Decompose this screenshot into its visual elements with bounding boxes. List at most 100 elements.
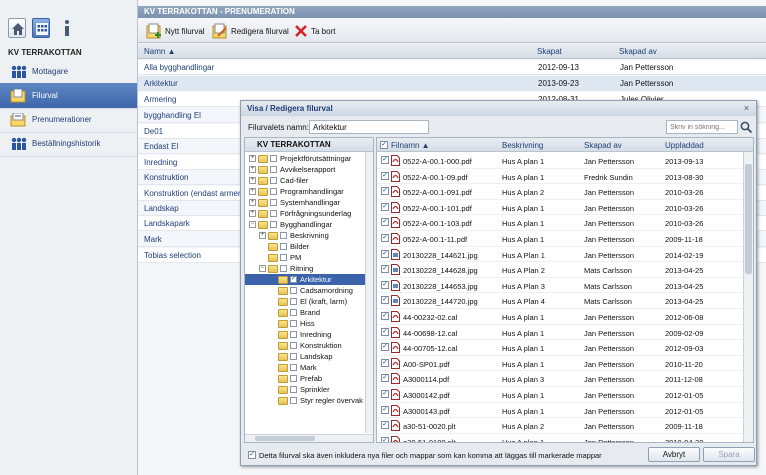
tree-node[interactable]: + Avvikelserapport	[249, 164, 335, 175]
folder-grid-icon[interactable]	[32, 18, 50, 38]
tree-node[interactable]: Cadsamordning	[278, 285, 353, 296]
tree-checkbox[interactable]	[290, 364, 297, 371]
file-row[interactable]: ✓ A3000114.pdf Hus A plan 3 Jan Pettersson 2…	[377, 371, 743, 387]
tree-node[interactable]: Hiss	[278, 318, 315, 329]
file-row[interactable]: ✓ 44-00705-12.cal Hus A plan 1 Jan Petterss…	[377, 340, 743, 356]
file-checkbox[interactable]: ✓	[381, 374, 389, 383]
tree-checkbox[interactable]	[290, 298, 297, 305]
file-row[interactable]: ✓ 0522-A-00.1-103.pdf Hus A plan 1 Jan Pett…	[377, 215, 743, 231]
tree-node[interactable]: + Systemhandlingar	[249, 197, 340, 208]
tree-checkbox[interactable]	[290, 353, 297, 360]
file-checkbox[interactable]: ✓	[381, 171, 389, 180]
file-row[interactable]: ✓ 20130228_144628.jpg Hus A Plan 2 Mats Car…	[377, 262, 743, 278]
file-row[interactable]: ✓ 0522-A-00.1-101.pdf Hus A plan 1 Jan Pett…	[377, 200, 743, 216]
tree-horizontal-scrollbar[interactable]	[245, 434, 373, 442]
file-row[interactable]: ✓ A00-SP01.pdf Hus A plan 1 Jan Pettersson 2…	[377, 356, 743, 372]
tree-checkbox[interactable]	[270, 221, 277, 228]
column-header-description[interactable]: Beskrivning	[502, 141, 543, 150]
edit-filter-button[interactable]: Redigera filurval	[212, 22, 289, 40]
tree-node[interactable]: + Förfrågningsunderlag	[249, 208, 351, 219]
tree-checkbox[interactable]	[290, 342, 297, 349]
tree-node[interactable]: Landskap	[278, 351, 333, 362]
file-row[interactable]: ✓ a30-51-0020.plt Hus A plan 2 Jan Petterss…	[377, 418, 743, 434]
table-row[interactable]: Arkitektur 2013-09-23 Jan Pettersson	[138, 76, 766, 91]
tree-node[interactable]: + Projektförutsättningar	[249, 153, 351, 164]
filter-name-input[interactable]	[309, 120, 429, 134]
tree-node[interactable]: Konstruktion	[278, 340, 342, 351]
file-row[interactable]: ✓ 0522-A-00.1-11.pdf Hus A plan 1 Jan Pette…	[377, 231, 743, 247]
file-row[interactable]: ✓ 44-00698-12.cal Hus A plan 1 Jan Petterss…	[377, 325, 743, 341]
tree-checkbox[interactable]	[280, 243, 287, 250]
expand-icon[interactable]: +	[249, 188, 256, 195]
file-checkbox[interactable]: ✓	[381, 421, 389, 430]
file-row[interactable]: ✓ a30-51-0100.plt Hus A plan 1 Jan Petterss…	[377, 434, 743, 442]
file-checkbox[interactable]: ✓	[381, 312, 389, 320]
column-header-created[interactable]: Skapat	[537, 47, 562, 56]
expand-icon[interactable]: +	[249, 177, 256, 184]
tree-scroll-thumb[interactable]	[255, 436, 315, 441]
tree-checkbox[interactable]	[280, 232, 287, 239]
tree-node[interactable]: Mark	[278, 362, 317, 373]
expand-icon[interactable]: +	[259, 232, 266, 239]
tree-checkbox[interactable]	[290, 320, 297, 327]
home-icon[interactable]	[8, 18, 26, 38]
table-row[interactable]: Alla bygghandlingar 2012-09-13 Jan Petters…	[138, 60, 766, 75]
tree-checkbox[interactable]	[290, 331, 297, 338]
tree-checkbox[interactable]	[290, 287, 297, 294]
file-checkbox[interactable]: ✓	[381, 202, 389, 211]
tree-node[interactable]: − Ritning	[259, 263, 313, 274]
expand-icon[interactable]: +	[249, 166, 256, 173]
file-row[interactable]: ✓ 0522-A-00.1-09.pdf Hus A plan 1 Fredrik S…	[377, 169, 743, 185]
tree-node[interactable]: + Cad-filer	[249, 175, 308, 186]
search-icon[interactable]	[739, 120, 753, 134]
column-header-created-by[interactable]: Skapad av	[584, 141, 622, 150]
tree-node-selected[interactable]: ✓ Arkitektur	[245, 274, 365, 285]
column-header-created-by[interactable]: Skapad av	[619, 47, 657, 56]
tree-node[interactable]: Inredning	[278, 329, 331, 340]
file-checkbox[interactable]: ✓	[381, 156, 389, 164]
file-checkbox[interactable]: ✓	[381, 280, 389, 289]
tree-node[interactable]: + Programhandlingar	[249, 186, 344, 197]
expand-icon[interactable]: +	[249, 210, 256, 217]
file-row[interactable]: ✓ A3000143.pdf Hus A plan 1 Jan Pettersson 2…	[377, 403, 743, 419]
file-checkbox[interactable]: ✓	[381, 390, 389, 398]
tree-checkbox[interactable]	[270, 166, 277, 173]
tree-node[interactable]: + Beskrivning	[259, 230, 329, 241]
tree-checkbox[interactable]	[280, 254, 287, 261]
file-checkbox[interactable]: ✓	[381, 358, 389, 367]
tree-root[interactable]: KV TERRAKOTTAN	[245, 138, 373, 152]
file-checkbox[interactable]: ✓	[381, 218, 389, 227]
tree-checkbox[interactable]	[280, 265, 287, 272]
include-new-files-checkbox[interactable]: ✓	[248, 451, 256, 459]
sidebar-item-prenumerationer[interactable]: Prenumerationer	[0, 107, 137, 133]
file-checkbox[interactable]: ✓	[381, 187, 389, 196]
tree-checkbox[interactable]	[270, 177, 277, 184]
tree-checkbox[interactable]	[270, 210, 277, 217]
file-checkbox[interactable]: ✓	[381, 234, 389, 242]
file-row[interactable]: ✓ 0522-A-00.1-000.pdf Hus A plan 1 Jan Pett…	[377, 153, 743, 169]
tree-node[interactable]: Brand	[278, 307, 320, 318]
file-row[interactable]: ✓ 20130228_144653.jpg Hus A Plan 3 Mats Car…	[377, 278, 743, 294]
cancel-button[interactable]: Avbryt	[648, 447, 700, 462]
select-all-checkbox[interactable]: ✓	[380, 141, 388, 149]
tree-node[interactable]: Bilder	[268, 241, 309, 252]
tree-checkbox[interactable]	[290, 397, 297, 404]
file-checkbox[interactable]: ✓	[381, 327, 389, 336]
file-row[interactable]: ✓ A3000142.pdf Hus A plan 1 Jan Pettersson 2…	[377, 387, 743, 403]
tree-checkbox[interactable]	[290, 309, 297, 316]
sidebar-item-mottagare[interactable]: Mottagare	[0, 59, 137, 85]
tree-checkbox[interactable]	[290, 386, 297, 393]
file-checkbox[interactable]: ✓	[381, 296, 389, 305]
column-header-uploaded[interactable]: Uppladdad	[665, 141, 704, 150]
collapse-icon[interactable]: −	[259, 265, 266, 272]
file-checkbox[interactable]: ✓	[381, 343, 389, 352]
info-icon[interactable]	[60, 19, 74, 39]
file-checkbox[interactable]: ✓	[381, 436, 389, 442]
sidebar-item-bestallningshistorik[interactable]: Beställningshistorik	[0, 131, 137, 157]
tree-node[interactable]: Styr regler övervak	[278, 395, 363, 406]
file-row[interactable]: ✓ 20130228_144720.jpg Hus A Plan 4 Mats Car…	[377, 293, 743, 309]
delete-button[interactable]: Ta bort	[294, 22, 335, 40]
expand-icon[interactable]: +	[249, 155, 256, 162]
tree-checkbox[interactable]	[270, 155, 277, 162]
file-row[interactable]: ✓ 0522-A-00.1-091.pdf Hus A plan 2 Jan Pett…	[377, 184, 743, 200]
